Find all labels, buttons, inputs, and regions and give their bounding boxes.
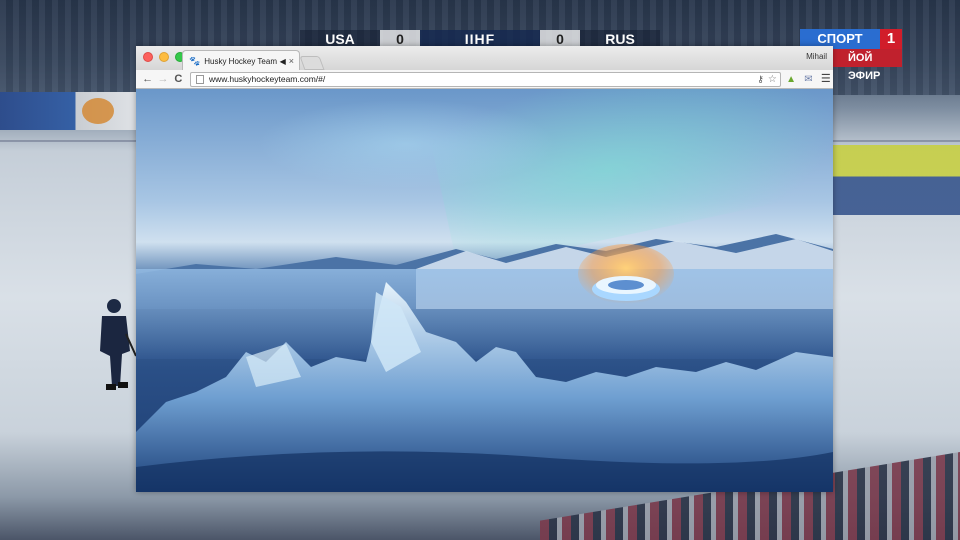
star-icon[interactable]: ☆ <box>768 74 777 85</box>
new-tab-button[interactable] <box>299 56 325 70</box>
menu-icon[interactable]: ☰ <box>819 72 833 87</box>
rink-board-right <box>832 145 960 215</box>
forward-button[interactable]: → <box>155 71 170 87</box>
back-button[interactable]: ← <box>140 71 155 87</box>
window-controls <box>143 52 185 62</box>
sky-glow <box>256 99 556 189</box>
profile-name[interactable]: Mihail <box>806 52 827 61</box>
browser-window: 🐾 Husky Hockey Team ◀ × Mihail ← → C www… <box>136 46 833 492</box>
close-tab-icon[interactable]: × <box>289 56 294 66</box>
title-bar: 🐾 Husky Hockey Team ◀ × Mihail <box>136 46 833 71</box>
android-icon[interactable]: ▲ <box>784 72 798 87</box>
browser-tab[interactable]: 🐾 Husky Hockey Team ◀ × <box>182 50 300 71</box>
toolbar: ← → C www.huskyhockeyteam.com/#/ ⚷ ☆ ▲ ✉… <box>136 70 833 89</box>
channel-number: 1 <box>880 29 902 49</box>
live-label: ЙОЙ ЭФИР <box>824 49 902 82</box>
speaker-icon[interactable]: ◀ <box>280 57 286 66</box>
web-page-content[interactable] <box>136 89 833 492</box>
rink-board-left <box>0 92 136 130</box>
address-bar[interactable]: www.huskyhockeyteam.com/#/ ⚷ ☆ <box>190 71 781 87</box>
page-icon <box>196 74 205 84</box>
mail-icon[interactable]: ✉ <box>801 72 815 87</box>
sponsor-logo <box>82 98 114 124</box>
tab-title: Husky Hockey Team <box>204 56 277 66</box>
hockey-player <box>100 299 136 390</box>
url-text[interactable]: www.huskyhockeyteam.com/#/ <box>209 74 757 84</box>
paw-icon: 🐾 <box>189 55 201 66</box>
close-window-button[interactable] <box>143 52 153 62</box>
ice-crystals <box>136 282 833 492</box>
minimize-window-button[interactable] <box>159 52 169 62</box>
reload-button[interactable]: C <box>171 71 186 87</box>
key-icon[interactable]: ⚷ <box>757 74 764 85</box>
